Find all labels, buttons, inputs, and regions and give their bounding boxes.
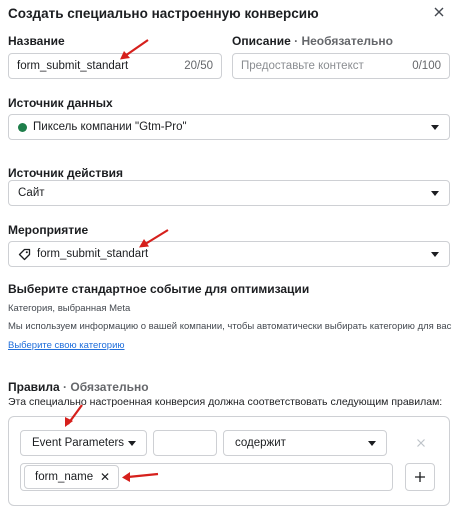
name-input[interactable]: form_submit_standart 20/50 xyxy=(8,53,222,79)
chevron-down-icon xyxy=(431,191,439,196)
data-source-value: Пиксель компании "Gtm-Pro" xyxy=(33,121,187,133)
description-input[interactable]: Предоставьте контекст 0/100 xyxy=(232,53,450,79)
rule-key-input[interactable] xyxy=(153,430,217,456)
status-dot-icon xyxy=(18,123,27,132)
dialog-title: Создать специально настроенную конверсию xyxy=(8,6,319,21)
description-placeholder: Предоставьте контекст xyxy=(241,60,364,72)
choose-category-link[interactable]: Выберите свою категорию xyxy=(8,340,125,351)
value-chip-label: form_name xyxy=(35,471,94,483)
description-optional-tag: · Необязательно xyxy=(294,34,393,48)
category-info-text: Мы используем информацию о вашей компани… xyxy=(8,321,452,332)
action-source-select[interactable]: Сайт xyxy=(8,180,450,206)
data-source-label: Источник данных xyxy=(8,96,113,110)
add-value-button[interactable] xyxy=(405,463,435,491)
optimization-heading: Выберите стандартное событие для оптимиз… xyxy=(8,282,310,296)
event-label: Мероприятие xyxy=(8,223,89,237)
annotation-arrow-icon xyxy=(122,472,159,482)
rules-required-tag: · Обязательно xyxy=(63,380,149,394)
name-char-counter: 20/50 xyxy=(184,60,213,72)
description-char-counter: 0/100 xyxy=(412,60,441,72)
rule-container: Event Parameters содержит form_name ✕ xyxy=(8,416,450,506)
description-label: Описание · Необязательно xyxy=(232,34,393,48)
remove-rule-icon[interactable] xyxy=(415,437,427,449)
close-icon[interactable] xyxy=(432,5,446,19)
chevron-down-icon xyxy=(431,125,439,130)
chip-remove-icon[interactable]: ✕ xyxy=(100,470,110,484)
tag-icon xyxy=(18,248,31,261)
rule-parameter-select[interactable]: Event Parameters xyxy=(20,430,147,456)
action-source-label: Источник действия xyxy=(8,166,123,180)
rule-values-field[interactable]: form_name ✕ xyxy=(20,463,393,491)
plus-icon xyxy=(415,472,425,482)
dialog-header: Создать специально настроенную конверсию xyxy=(8,6,450,24)
category-label: Категория, выбранная Meta xyxy=(8,303,131,314)
event-select[interactable]: form_submit_standart xyxy=(8,241,450,267)
description-label-text: Описание xyxy=(232,34,291,48)
rule-operator-value: содержит xyxy=(235,437,286,449)
data-source-select[interactable]: Пиксель компании "Gtm-Pro" xyxy=(8,114,450,140)
chevron-down-icon xyxy=(431,252,439,257)
event-value: form_submit_standart xyxy=(37,248,149,260)
annotation-arrow-icon xyxy=(139,229,169,248)
name-input-value: form_submit_standart xyxy=(17,60,129,72)
action-source-value: Сайт xyxy=(18,187,45,199)
chevron-down-icon xyxy=(368,441,376,446)
annotation-arrow-icon xyxy=(65,404,83,427)
rules-label-text: Правила xyxy=(8,380,60,394)
name-label: Название xyxy=(8,34,65,48)
rules-label: Правила · Обязательно xyxy=(8,380,149,394)
chevron-down-icon xyxy=(128,441,136,446)
value-chip: form_name ✕ xyxy=(24,465,119,489)
rule-operator-select[interactable]: содержит xyxy=(223,430,387,456)
rule-parameter-value: Event Parameters xyxy=(32,437,125,449)
annotation-arrow-icon xyxy=(120,39,149,60)
